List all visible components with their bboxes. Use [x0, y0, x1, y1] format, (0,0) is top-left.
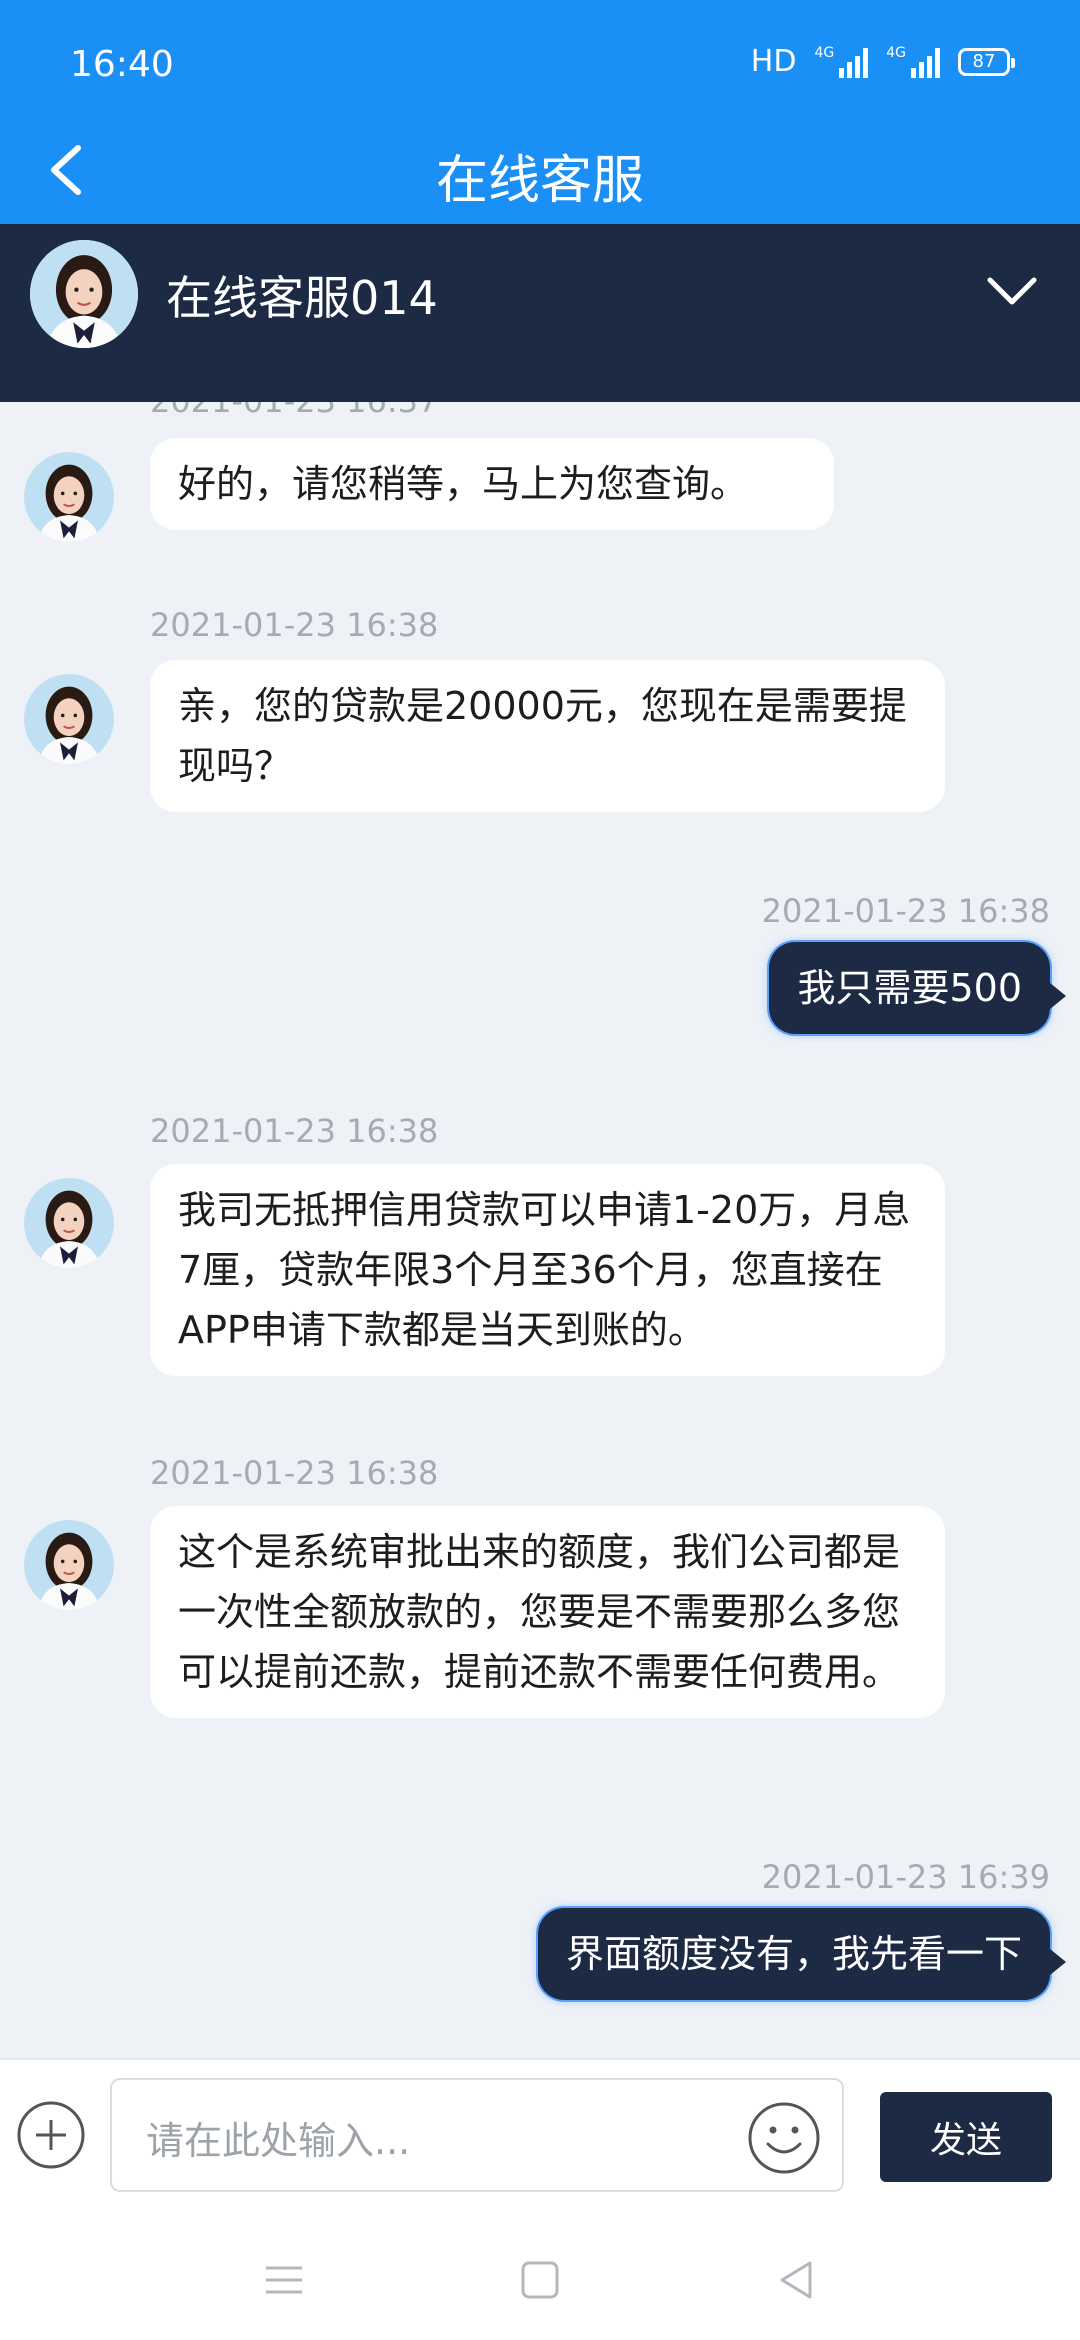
signal-icon: 4G: [814, 44, 869, 78]
chevron-down-icon[interactable]: [984, 270, 1040, 310]
status-time: 16:40: [70, 44, 174, 85]
battery-icon: 87: [958, 47, 1015, 76]
agent-avatar: [24, 1520, 114, 1610]
signal-icon: 4G: [886, 46, 940, 78]
message-bubble-out: 界面额度没有，我先看一下: [537, 1908, 1050, 2000]
network-type: 4G: [814, 44, 835, 61]
message-bubble-in: 好的，请您稍等，马上为您查询。: [150, 438, 834, 530]
message-timestamp: 2021-01-23 16:38: [761, 892, 1050, 930]
agent-name: 在线客服014: [166, 271, 438, 325]
message-bubble-in: 这个是系统审批出来的额度，我们公司都是一次性全额放款的，您要是不需要那么多您可以…: [150, 1506, 945, 1718]
status-bar: 16:40 HD 4G 4G 87: [0, 0, 1080, 130]
message-timestamp: 2021-01-23 16:38: [150, 606, 439, 644]
message-input[interactable]: 请在此处输入...: [110, 2078, 844, 2192]
menu-icon[interactable]: [262, 2258, 306, 2302]
agent-bar: 在线客服014: [0, 224, 1080, 402]
network-type: 4G: [886, 44, 906, 61]
bubble-tail: [1050, 1949, 1066, 1975]
plus-circle-icon[interactable]: [16, 2100, 86, 2170]
composer-bar: 请在此处输入... 发送: [0, 2058, 1080, 2208]
status-indicators: HD 4G 4G 87: [750, 44, 1015, 79]
input-placeholder: 请在此处输入...: [146, 2119, 411, 2163]
agent-avatar: [24, 452, 114, 542]
agent-avatar: [24, 1178, 114, 1268]
agent-avatar: [24, 674, 114, 764]
system-nav-bar: [0, 2208, 1080, 2340]
back-triangle-icon[interactable]: [774, 2258, 818, 2302]
message-bubble-in: 亲，您的贷款是20000元，您现在是需要提现吗？: [150, 660, 945, 812]
message-timestamp: 2021-01-23 16:39: [761, 1858, 1050, 1896]
agent-avatar: [30, 240, 138, 348]
message-timestamp: 2021-01-23 16:38: [150, 1112, 439, 1150]
smile-icon[interactable]: [746, 2100, 822, 2176]
message-timestamp: 2021-01-23 16:37: [150, 402, 438, 420]
message-bubble-in: 我司无抵押信用贷款可以申请1-20万，月息7厘，贷款年限3个月至36个月，您直接…: [150, 1164, 945, 1376]
send-button[interactable]: 发送: [880, 2092, 1052, 2182]
message-timestamp: 2021-01-23 16:38: [150, 1454, 439, 1492]
hd-indicator: HD: [750, 44, 797, 79]
title-bar: 在线客服: [0, 130, 1080, 224]
home-square-icon[interactable]: [518, 2258, 562, 2302]
chat-area[interactable]: 2021-01-23 16:37 好的，请您稍等，马上为您查询。 2021-01…: [0, 402, 1080, 2058]
bubble-tail: [1050, 983, 1066, 1009]
page-title: 在线客服: [435, 151, 644, 211]
message-bubble-out: 我只需要500: [769, 942, 1050, 1034]
